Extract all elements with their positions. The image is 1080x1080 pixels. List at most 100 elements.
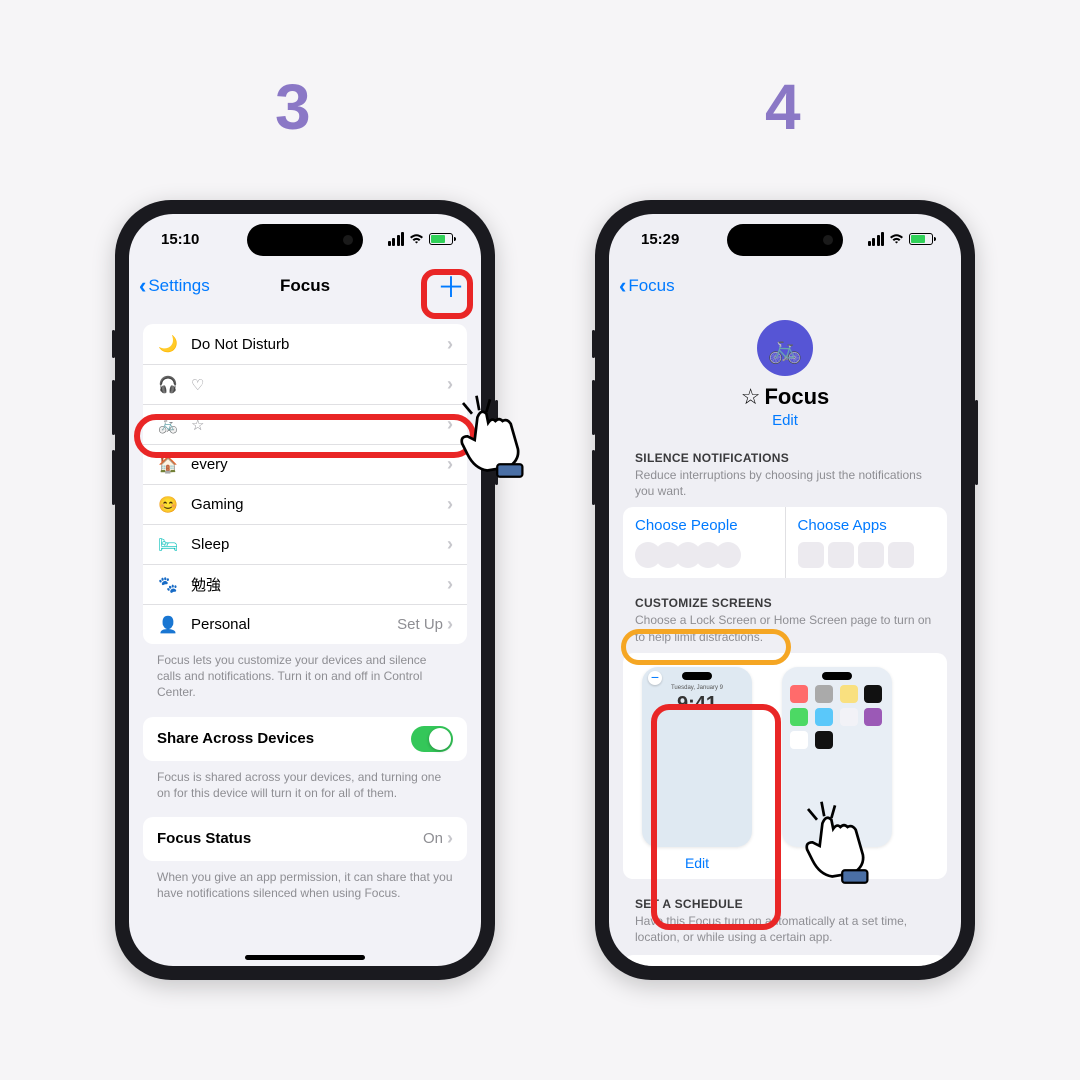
signal-icon (388, 232, 405, 246)
back-label: Settings (148, 276, 209, 296)
row-label: Gaming (191, 496, 447, 513)
row-label: 勉強 (191, 574, 447, 595)
step-number-3: 3 (275, 70, 311, 144)
row-value: On (423, 830, 443, 847)
nav-bar: ‹ Settings Focus ＋ (129, 264, 481, 308)
focus-status-row[interactable]: Focus Status On › (143, 817, 467, 861)
row-label: every (191, 456, 447, 473)
wifi-icon (408, 233, 425, 245)
row-label: ☆ (191, 416, 447, 434)
list-item[interactable]: 🎧 ♡ › (143, 364, 467, 404)
game-icon: 😊 (157, 495, 179, 515)
share-card: Share Across Devices (143, 717, 467, 761)
preview-time: 9:41 (677, 693, 717, 716)
home-indicator (245, 955, 365, 960)
section-desc: Reduce interruptions by choosing just th… (609, 467, 961, 507)
share-row[interactable]: Share Across Devices (143, 717, 467, 761)
row-label: Focus Status (157, 830, 423, 847)
section-header-silence: SILENCE NOTIFICATIONS (609, 429, 961, 467)
screen-left: 15:10 ‹ Settings Focus ＋ 🌙 Do Not Distur… (129, 214, 481, 966)
focus-title: ☆Focus (609, 384, 961, 410)
list-item[interactable]: 🛏 Sleep › (143, 524, 467, 564)
star-icon: ☆ (741, 384, 761, 409)
tap-pointer-icon (790, 800, 880, 890)
choose-people-label: Choose People (635, 517, 773, 534)
house-icon: 🏠 (157, 455, 179, 475)
plus-icon: ＋ (437, 266, 465, 306)
status-time: 15:29 (641, 231, 679, 248)
chevron-right-icon: › (447, 534, 453, 555)
back-button[interactable]: ‹ Focus (619, 275, 675, 297)
bed-icon: 🛏 (157, 535, 179, 555)
focus-badge-icon: 🚲 (757, 320, 813, 376)
section-desc: Have this Focus turn on automatically at… (609, 913, 961, 953)
chevron-left-icon: ‹ (619, 275, 626, 297)
app-placeholders (798, 542, 936, 568)
chevron-right-icon: › (447, 334, 453, 355)
silence-card: Choose People Choose Apps (623, 507, 947, 578)
list-item[interactable]: 🌙 Do Not Disturb › (143, 324, 467, 364)
focus-list-card: 🌙 Do Not Disturb › 🎧 ♡ › 🚲 ☆ › 🏠 every (143, 324, 467, 644)
tap-pointer-icon (445, 394, 535, 484)
footer-note: Focus lets you customize your devices an… (129, 644, 481, 717)
step-number-4: 4 (765, 70, 801, 144)
phone-mockup-right: 15:29 ‹ Focus 🚲 ☆Focus Edit SILENCE NOTI… (595, 200, 975, 980)
moon-icon: 🌙 (157, 334, 179, 354)
sparkle-icon: ✦ (637, 965, 659, 966)
focus-status-card: Focus Status On › (143, 817, 467, 861)
edit-lock-screen-button[interactable]: Edit (637, 855, 757, 871)
bicycle-icon: 🚲 (157, 415, 179, 435)
dynamic-island (727, 224, 843, 256)
footer-note: When you give an app permission, it can … (129, 861, 481, 917)
customize-screens-card: − Tuesday, January 9 9:41 Edit (623, 653, 947, 879)
section-header-customize: CUSTOMIZE SCREENS (609, 578, 961, 612)
chevron-right-icon: › (447, 614, 453, 635)
footer-note: Focus is shared across your devices, and… (129, 761, 481, 817)
status-time: 15:10 (161, 231, 199, 248)
row-value: Set Up (397, 616, 443, 633)
schedule-card: ✦ Smart Activation (623, 955, 947, 966)
section-desc: Choose a Lock Screen or Home Screen page… (609, 612, 961, 652)
preview-app-grid (790, 685, 884, 749)
row-label: Do Not Disturb (191, 336, 447, 353)
list-item[interactable]: 🏠 every › (143, 444, 467, 484)
row-label: Sleep (191, 536, 447, 553)
section-header-schedule: SET A SCHEDULE (609, 879, 961, 913)
dynamic-island (247, 224, 363, 256)
back-button[interactable]: ‹ Settings (139, 275, 210, 297)
chevron-right-icon: › (447, 828, 453, 849)
list-item[interactable]: 🐾 勉強 › (143, 564, 467, 604)
smart-activation-row[interactable]: ✦ Smart Activation (623, 955, 947, 966)
chevron-right-icon: › (447, 494, 453, 515)
lock-screen-preview[interactable]: − Tuesday, January 9 9:41 Edit (637, 667, 757, 871)
preview-date: Tuesday, January 9 (671, 685, 723, 691)
row-label: Share Across Devices (157, 730, 411, 747)
add-button[interactable]: ＋ (431, 266, 471, 306)
headphones-icon: 🎧 (157, 375, 179, 395)
wifi-icon (888, 233, 905, 245)
signal-icon (868, 232, 885, 246)
list-item[interactable]: 😊 Gaming › (143, 484, 467, 524)
share-toggle[interactable] (411, 726, 453, 752)
choose-apps-label: Choose Apps (798, 517, 936, 534)
battery-icon (909, 233, 933, 245)
nav-bar: ‹ Focus (609, 264, 961, 308)
edit-link[interactable]: Edit (609, 412, 961, 429)
list-item[interactable]: 👤 Personal Set Up › (143, 604, 467, 644)
people-avatars (635, 542, 773, 568)
row-label: Personal (191, 616, 397, 633)
chevron-right-icon: › (447, 374, 453, 395)
back-label: Focus (628, 276, 674, 296)
choose-people-button[interactable]: Choose People (623, 507, 786, 578)
remove-icon[interactable]: − (648, 671, 662, 685)
list-item[interactable]: 🚲 ☆ › (143, 404, 467, 444)
row-label: ♡ (191, 376, 447, 394)
screen-right: 15:29 ‹ Focus 🚲 ☆Focus Edit SILENCE NOTI… (609, 214, 961, 966)
chevron-left-icon: ‹ (139, 275, 146, 297)
person-icon: 👤 (157, 615, 179, 635)
chevron-right-icon: › (447, 574, 453, 595)
battery-icon (429, 233, 453, 245)
phone-mockup-left: 15:10 ‹ Settings Focus ＋ 🌙 Do Not Distur… (115, 200, 495, 980)
page-title: Focus (280, 276, 330, 296)
choose-apps-button[interactable]: Choose Apps (786, 507, 948, 578)
